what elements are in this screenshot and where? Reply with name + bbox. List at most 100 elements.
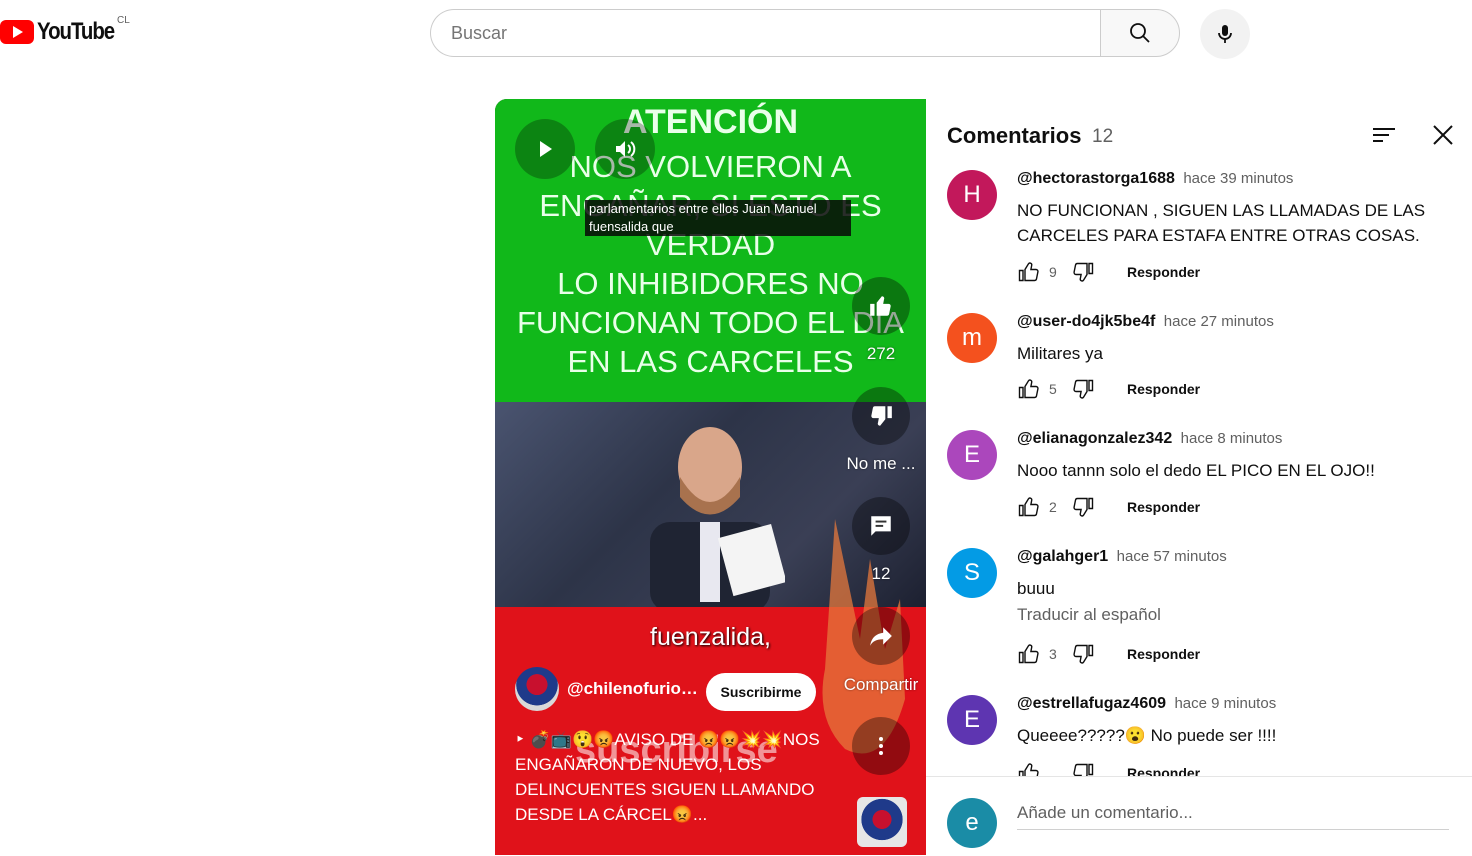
thumbs-down-icon[interactable] bbox=[1071, 377, 1095, 401]
close-icon bbox=[1433, 125, 1453, 145]
like-count: 272 bbox=[866, 344, 896, 363]
share-button[interactable] bbox=[852, 607, 910, 665]
comment-like-count: 3 bbox=[1049, 646, 1057, 662]
search-button[interactable] bbox=[1100, 9, 1180, 57]
comment-time[interactable]: hace 27 minutos bbox=[1164, 313, 1274, 330]
news-presenter-image bbox=[650, 427, 785, 607]
comment-header: @elianagonzalez342 hace 8 minutos bbox=[1017, 430, 1282, 448]
comment-author[interactable]: @hectorastorga1688 bbox=[1017, 170, 1175, 187]
voice-search-button[interactable] bbox=[1200, 9, 1250, 59]
comment-time[interactable]: hace 57 minutos bbox=[1117, 548, 1227, 565]
share-icon bbox=[870, 627, 892, 646]
reply-button[interactable]: Responder bbox=[1127, 499, 1200, 515]
like-button[interactable] bbox=[852, 277, 910, 335]
subscribe-button[interactable]: Suscribirme bbox=[706, 673, 816, 711]
thumbs-up-icon[interactable] bbox=[1017, 642, 1041, 666]
thumbs-up-icon[interactable] bbox=[1017, 260, 1041, 284]
youtube-logo[interactable]: YouTube CL bbox=[0, 15, 130, 46]
comment-avatar[interactable]: m bbox=[947, 313, 997, 363]
comment-text: NO FUNCIONAN , SIGUEN LAS LLAMADAS DE LA… bbox=[1017, 201, 1426, 245]
comment-text: Queeee?????😮 No puede ser !!!! bbox=[1017, 726, 1277, 745]
comment-time[interactable]: hace 9 minutos bbox=[1174, 695, 1276, 712]
thumbs-down-icon[interactable] bbox=[1071, 495, 1095, 519]
more-vertical-icon bbox=[879, 737, 883, 755]
comment-like-count: 9 bbox=[1049, 264, 1057, 280]
comment-item: m @user-do4jk5be4f hace 27 minutos Milit… bbox=[947, 313, 1457, 413]
add-comment-input[interactable] bbox=[1017, 797, 1449, 830]
sort-button[interactable] bbox=[1366, 117, 1402, 153]
comment-actions: 9 Responder bbox=[1017, 260, 1200, 284]
comment-header: @user-do4jk5be4f hace 27 minutos bbox=[1017, 313, 1274, 331]
sort-icon bbox=[1373, 128, 1395, 142]
add-comment-bar: e bbox=[926, 776, 1472, 856]
comment-header: @hectorastorga1688 hace 39 minutos bbox=[1017, 170, 1293, 188]
video-description[interactable]: ‣ 💣📺😲😡AVISO DE 😡😡💥💥NOS ENGAÑARON DE NUEV… bbox=[515, 727, 825, 827]
channel-avatar[interactable] bbox=[515, 667, 559, 711]
dislike-button[interactable] bbox=[852, 387, 910, 445]
comment-text: Militares ya bbox=[1017, 344, 1103, 363]
reply-button[interactable]: Responder bbox=[1127, 264, 1200, 280]
comment-avatar[interactable]: H bbox=[947, 170, 997, 220]
thumbs-up-icon bbox=[870, 296, 891, 316]
comment-text: buuu bbox=[1017, 579, 1055, 598]
comment-author[interactable]: @elianagonzalez342 bbox=[1017, 430, 1172, 447]
volume-button[interactable] bbox=[595, 119, 655, 179]
comment-actions: 5 Responder bbox=[1017, 377, 1200, 401]
country-code: CL bbox=[117, 15, 130, 26]
share-label: Compartir bbox=[843, 675, 919, 694]
comment-like-count: 2 bbox=[1049, 499, 1057, 515]
microphone-icon bbox=[1218, 25, 1232, 43]
shorts-video-player[interactable]: ATENCIÓN NOS VOLVIERON A ENGAÑAR, SI EST… bbox=[495, 99, 926, 855]
search-input[interactable] bbox=[430, 9, 1100, 57]
dislike-label: No me ... bbox=[846, 454, 916, 473]
search-bar bbox=[430, 9, 1180, 57]
thumbs-up-icon[interactable] bbox=[1017, 377, 1041, 401]
comment-time[interactable]: hace 8 minutos bbox=[1181, 430, 1283, 447]
comment-author[interactable]: @user-do4jk5be4f bbox=[1017, 313, 1155, 330]
comment-author[interactable]: @galahger1 bbox=[1017, 548, 1108, 565]
comment-text: Nooo tannn solo el dedo EL PICO EN EL OJ… bbox=[1017, 461, 1375, 480]
reply-button[interactable]: Responder bbox=[1127, 646, 1200, 662]
play-icon bbox=[540, 141, 552, 157]
youtube-play-icon bbox=[0, 20, 34, 44]
channel-info[interactable]: @chilenofurioso bbox=[515, 667, 699, 711]
comment-time[interactable]: hace 39 minutos bbox=[1183, 170, 1293, 187]
comment-actions: Responder bbox=[1017, 761, 1200, 776]
comment-item: E @estrellafugaz4609 hace 9 minutos Quee… bbox=[947, 695, 1457, 776]
comment-item: E @elianagonzalez342 hace 8 minutos Nooo… bbox=[947, 430, 1457, 530]
comment-author[interactable]: @estrellafugaz4609 bbox=[1017, 695, 1166, 712]
comment-actions: 2 Responder bbox=[1017, 495, 1200, 519]
comment-header: @galahger1 hace 57 minutos bbox=[1017, 548, 1227, 566]
thumbs-up-icon[interactable] bbox=[1017, 761, 1041, 776]
channel-name[interactable]: @chilenofurioso bbox=[567, 679, 699, 699]
thumbs-down-icon[interactable] bbox=[1071, 642, 1095, 666]
comment-header: @estrellafugaz4609 hace 9 minutos bbox=[1017, 695, 1276, 713]
thumbs-down-icon[interactable] bbox=[1071, 761, 1095, 776]
audio-thumbnail[interactable] bbox=[857, 797, 907, 847]
comment-actions: 3 Responder bbox=[1017, 642, 1200, 666]
user-avatar[interactable]: e bbox=[947, 798, 997, 848]
close-panel-button[interactable] bbox=[1425, 117, 1461, 153]
logo-text: YouTube bbox=[37, 18, 115, 45]
comments-title: Comentarios bbox=[947, 123, 1082, 148]
comment-avatar[interactable]: E bbox=[947, 430, 997, 480]
thumbs-down-icon[interactable] bbox=[1071, 260, 1095, 284]
search-icon bbox=[1130, 23, 1150, 43]
comment-avatar[interactable]: E bbox=[947, 695, 997, 745]
play-button[interactable] bbox=[515, 119, 575, 179]
reply-button[interactable]: Responder bbox=[1127, 381, 1200, 397]
comment-item: H @hectorastorga1688 hace 39 minutos NO … bbox=[947, 170, 1457, 290]
comment-avatar[interactable]: S bbox=[947, 548, 997, 598]
thumbs-up-icon[interactable] bbox=[1017, 495, 1041, 519]
comments-count: 12 bbox=[871, 564, 891, 583]
comments-button[interactable] bbox=[852, 497, 910, 555]
volume-icon bbox=[616, 141, 636, 157]
comment-icon bbox=[871, 516, 891, 536]
translate-link[interactable]: Traducir al español bbox=[1017, 605, 1161, 625]
comment-item: S @galahger1 hace 57 minutos buuu Traduc… bbox=[947, 548, 1457, 668]
reply-button[interactable]: Responder bbox=[1127, 765, 1200, 776]
more-options-button[interactable] bbox=[852, 717, 910, 775]
comments-total: 12 bbox=[1092, 126, 1114, 147]
comments-panel: Comentarios 12 H @hectorastorga1688 hace… bbox=[926, 99, 1472, 856]
thumbs-down-icon bbox=[871, 406, 892, 426]
